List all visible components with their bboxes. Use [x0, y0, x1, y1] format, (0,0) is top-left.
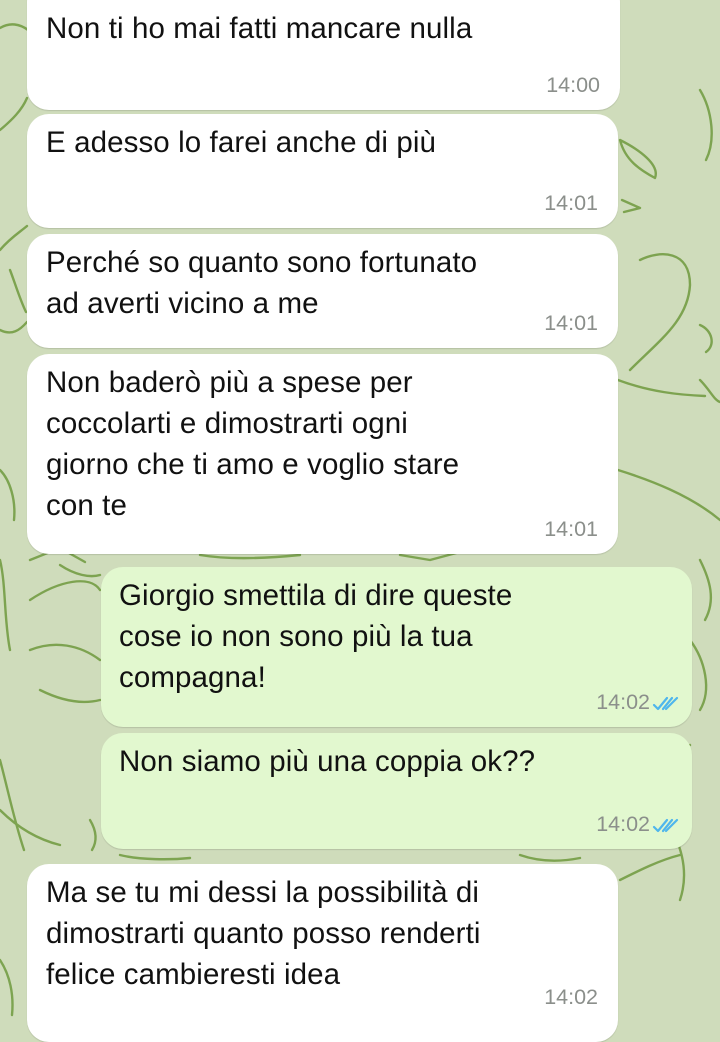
message-text: E adesso lo farei anche di più: [46, 122, 436, 163]
message-line: compagna!: [119, 661, 266, 694]
message-line: cose io non sono più la tua: [119, 620, 473, 653]
incoming-message-bubble[interactable]: Ma se tu mi dessi la possibilità di dimo…: [27, 864, 618, 1042]
message-text: Perché so quanto sono fortunato ad avert…: [46, 242, 477, 324]
message-line: ad averti vicino a me: [46, 287, 319, 320]
message-timestamp: 14:02: [544, 985, 598, 1009]
incoming-message-bubble[interactable]: Non baderò più a spese per coccolarti e …: [27, 354, 618, 554]
outgoing-message-bubble[interactable]: Non siamo più una coppia ok?? 14:02: [101, 733, 692, 849]
message-text: Ma se tu mi dessi la possibilità di dimo…: [46, 872, 481, 995]
message-timestamp: 14:01: [544, 311, 598, 335]
message-line: Perché so quanto sono fortunato: [46, 246, 478, 279]
incoming-message-bubble[interactable]: Non ti ho mai fatti mancare nulla 14:00: [27, 0, 620, 110]
message-line: dimostrarti quanto posso renderti: [46, 917, 481, 950]
message-line: giorno che ti amo e voglio stare: [46, 448, 460, 481]
message-line: Giorgio smettila di dire queste: [119, 579, 513, 612]
message-line: coccolarti e dimostrarti ogni: [46, 407, 408, 440]
message-text: Non siamo più una coppia ok??: [119, 741, 535, 782]
message-line: felice cambieresti idea: [46, 958, 341, 991]
message-line: E adesso lo farei anche di più: [46, 126, 437, 159]
message-text: Non ti ho mai fatti mancare nulla: [46, 8, 472, 49]
message-text: Non baderò più a spese per coccolarti e …: [46, 362, 459, 526]
message-line: Non ti ho mai fatti mancare nulla: [46, 12, 473, 45]
message-line: Ma se tu mi dessi la possibilità di: [46, 876, 480, 909]
message-timestamp: 14:02: [596, 690, 650, 714]
message-line: Non siamo più una coppia ok??: [119, 745, 536, 778]
double-check-read-icon: [652, 818, 679, 833]
double-check-read-icon: [652, 696, 679, 711]
chat-message-list[interactable]: Non ti ho mai fatti mancare nulla 14:00 …: [0, 0, 720, 1042]
incoming-message-bubble[interactable]: E adesso lo farei anche di più 14:01: [27, 114, 618, 228]
message-line: Non baderò più a spese per: [46, 366, 413, 399]
message-line: con te: [46, 489, 127, 522]
outgoing-message-bubble[interactable]: Giorgio smettila di dire queste cose io …: [101, 567, 692, 727]
message-timestamp: 14:01: [544, 191, 598, 215]
message-text: Giorgio smettila di dire queste cose io …: [119, 575, 512, 698]
incoming-message-bubble[interactable]: Perché so quanto sono fortunato ad avert…: [27, 234, 618, 348]
message-timestamp: 14:01: [544, 517, 598, 541]
message-timestamp: 14:00: [546, 73, 600, 97]
message-timestamp: 14:02: [596, 812, 650, 836]
